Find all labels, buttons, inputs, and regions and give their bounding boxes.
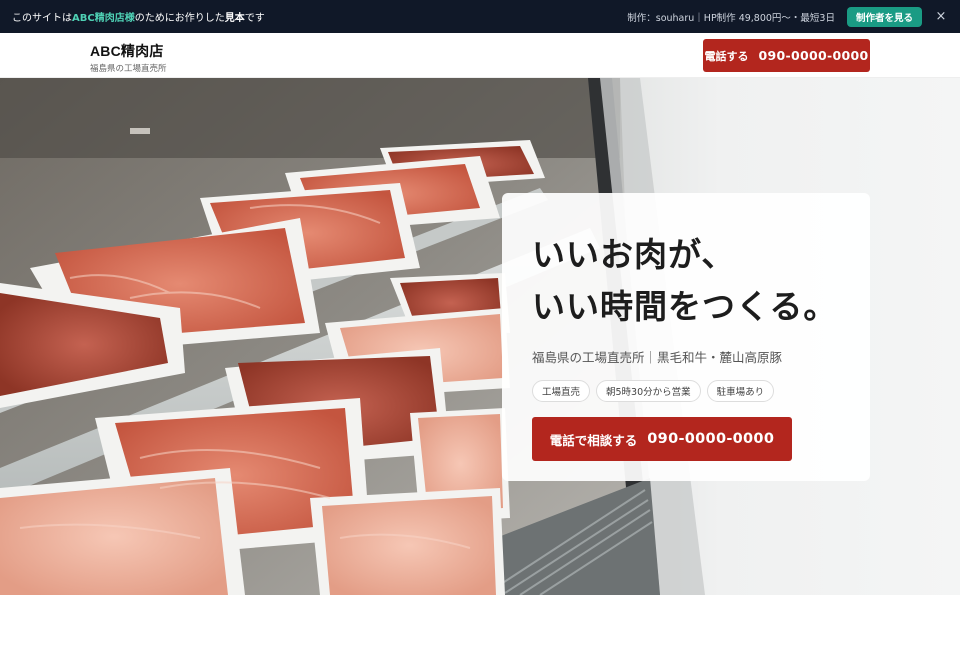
promo-sample-word: 見本 [224, 13, 245, 24]
promo-suffix: です [244, 13, 265, 24]
hero-card: いいお肉が、 いい時間をつくる。 福島県の工場直売所｜黒毛和牛・麓山高原豚 工場… [502, 193, 870, 481]
page-below-hero [0, 595, 960, 645]
tag-opening-hours: 朝5時30分から営業 [596, 380, 701, 402]
brand[interactable]: ABC精肉店 福島県の工場直売所 [90, 41, 167, 74]
promo-shop-name: ABC精肉店様 [72, 13, 135, 24]
hero-headline-line-1: いいお肉が、 [532, 235, 736, 274]
hero-headline: いいお肉が、 いい時間をつくる。 [532, 229, 840, 333]
header-call-button[interactable]: 電話する 090-0000-0000 [703, 39, 870, 72]
promo-message: このサイトは ABC精肉店様 のためにお作りした 見本 です [12, 9, 265, 24]
hero-call-label: 電話で相談する [549, 432, 638, 448]
hero-headline-line-2: いい時間をつくる。 [532, 287, 838, 326]
tag-factory-direct: 工場直売 [532, 380, 591, 402]
close-icon[interactable]: × [934, 9, 948, 24]
hero-call-button[interactable]: 電話で相談する 090-0000-0000 [532, 417, 792, 461]
promo-credit: 制作：souharu｜HP制作 49,800円〜・最短3日 [627, 12, 835, 24]
header-call-label: 電話する [704, 49, 749, 63]
shop-subtitle: 福島県の工場直売所 [90, 64, 167, 74]
tag-parking: 駐車場あり [706, 380, 775, 402]
shop-name: ABC精肉店 [90, 43, 164, 59]
promo-prefix: このサイトは [12, 13, 72, 24]
view-maker-button[interactable]: 制作者を見る [846, 6, 922, 27]
promo-bar: このサイトは ABC精肉店様 のためにお作りした 見本 です 制作：souhar… [0, 0, 960, 33]
promo-middle: のためにお作りした [134, 13, 225, 24]
site-header: ABC精肉店 福島県の工場直売所 電話する 090-0000-0000 [0, 33, 960, 78]
header-call-number: 090-0000-0000 [758, 48, 869, 63]
hero-lead: 福島県の工場直売所｜黒毛和牛・麓山高原豚 [532, 350, 783, 365]
hero-call-number: 090-0000-0000 [647, 431, 775, 447]
hero-tags: 工場直売 朝5時30分から営業 駐車場あり [532, 380, 840, 402]
hero-section: いいお肉が、 いい時間をつくる。 福島県の工場直売所｜黒毛和牛・麓山高原豚 工場… [0, 78, 960, 595]
